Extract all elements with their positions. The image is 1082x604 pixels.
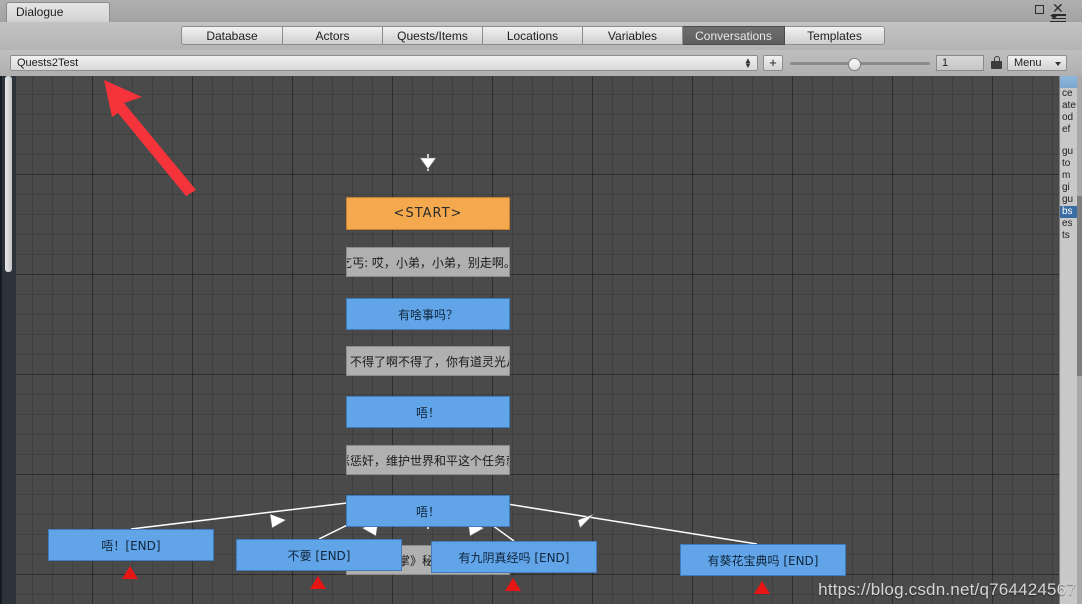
tab-conversations[interactable]: Conversations [683, 26, 785, 45]
main-tab-strip: Database Actors Quests/Items Locations V… [181, 26, 885, 45]
conversation-select[interactable]: Quests2Test ▲ ▼ [10, 55, 758, 71]
conversation-toolbar: Quests2Test ▲ ▼ + 1 Menu [0, 50, 1082, 77]
window-titlebar: Dialogue ✕ [0, 0, 1082, 23]
conversation-node-canvas[interactable]: <START> 乞丐: 哎，小弟，小弟，别走啊。 有啥事吗？ ，不得了啊不得了，… [0, 76, 1082, 604]
menu-button-label: Menu [1014, 57, 1042, 69]
canvas-left-gutter [0, 76, 16, 604]
tab-templates[interactable]: Templates [785, 26, 885, 45]
tab-database[interactable]: Database [181, 26, 283, 45]
tab-locations[interactable]: Locations [483, 26, 583, 45]
node-start[interactable]: <START> [346, 197, 510, 230]
zoom-slider-handle[interactable] [848, 58, 861, 71]
tab-variables[interactable]: Variables [583, 26, 683, 45]
zoom-value-field[interactable]: 1 [936, 55, 984, 71]
dialogue-window-tab[interactable]: Dialogue [6, 2, 110, 22]
node-answer-3[interactable]: 有九阴真经吗 [END] [431, 541, 597, 573]
updown-arrow-icon: ▲ ▼ [744, 56, 752, 70]
node-pc-1[interactable]: 有啥事吗？ [346, 298, 510, 330]
chevron-down-icon [1055, 62, 1061, 66]
node-pc-3[interactable]: 唔！ [346, 495, 510, 527]
inspector-panel[interactable]: ce ate od ef gu to m gi gu bs es ts [1059, 76, 1082, 604]
node-answer-4[interactable]: 有葵花宝典吗 [END] [680, 544, 846, 576]
inspector-scrollbar[interactable] [1077, 76, 1082, 604]
menu-button[interactable]: Menu [1007, 55, 1067, 71]
add-conversation-button[interactable]: + [763, 55, 783, 71]
editor-tabbar: Database Actors Quests/Items Locations V… [0, 22, 1082, 51]
canvas-grid-background [0, 76, 1082, 604]
maximize-icon[interactable] [1034, 3, 1046, 15]
conversation-select-value: Quests2Test [17, 57, 79, 69]
node-npc-2[interactable]: ，不得了啊不得了，你有道灵光从 [346, 346, 510, 376]
tab-actors[interactable]: Actors [283, 26, 383, 45]
unity-dialogue-system-editor-window: Dialogue ✕ Database Actors Quests/Items … [0, 0, 1082, 604]
dialogue-window-tab-label: Dialogue [16, 5, 64, 19]
canvas-vertical-scrollbar[interactable] [5, 76, 12, 272]
window-controls: ✕ [1034, 1, 1078, 23]
node-pc-2[interactable]: 唔！ [346, 396, 510, 428]
tab-quests-items[interactable]: Quests/Items [383, 26, 483, 45]
node-npc-1[interactable]: 乞丐: 哎，小弟，小弟，别走啊。 [346, 247, 510, 277]
node-answer-2[interactable]: 不要 [END] [236, 539, 402, 571]
node-npc-3[interactable]: 恶惩奸，维护世界和平这个任务就 [346, 445, 510, 475]
lock-icon[interactable] [991, 56, 1002, 69]
node-answer-1[interactable]: 唔！[END] [48, 529, 214, 561]
watermark-text: https://blog.csdn.net/q764424567 [818, 580, 1076, 599]
